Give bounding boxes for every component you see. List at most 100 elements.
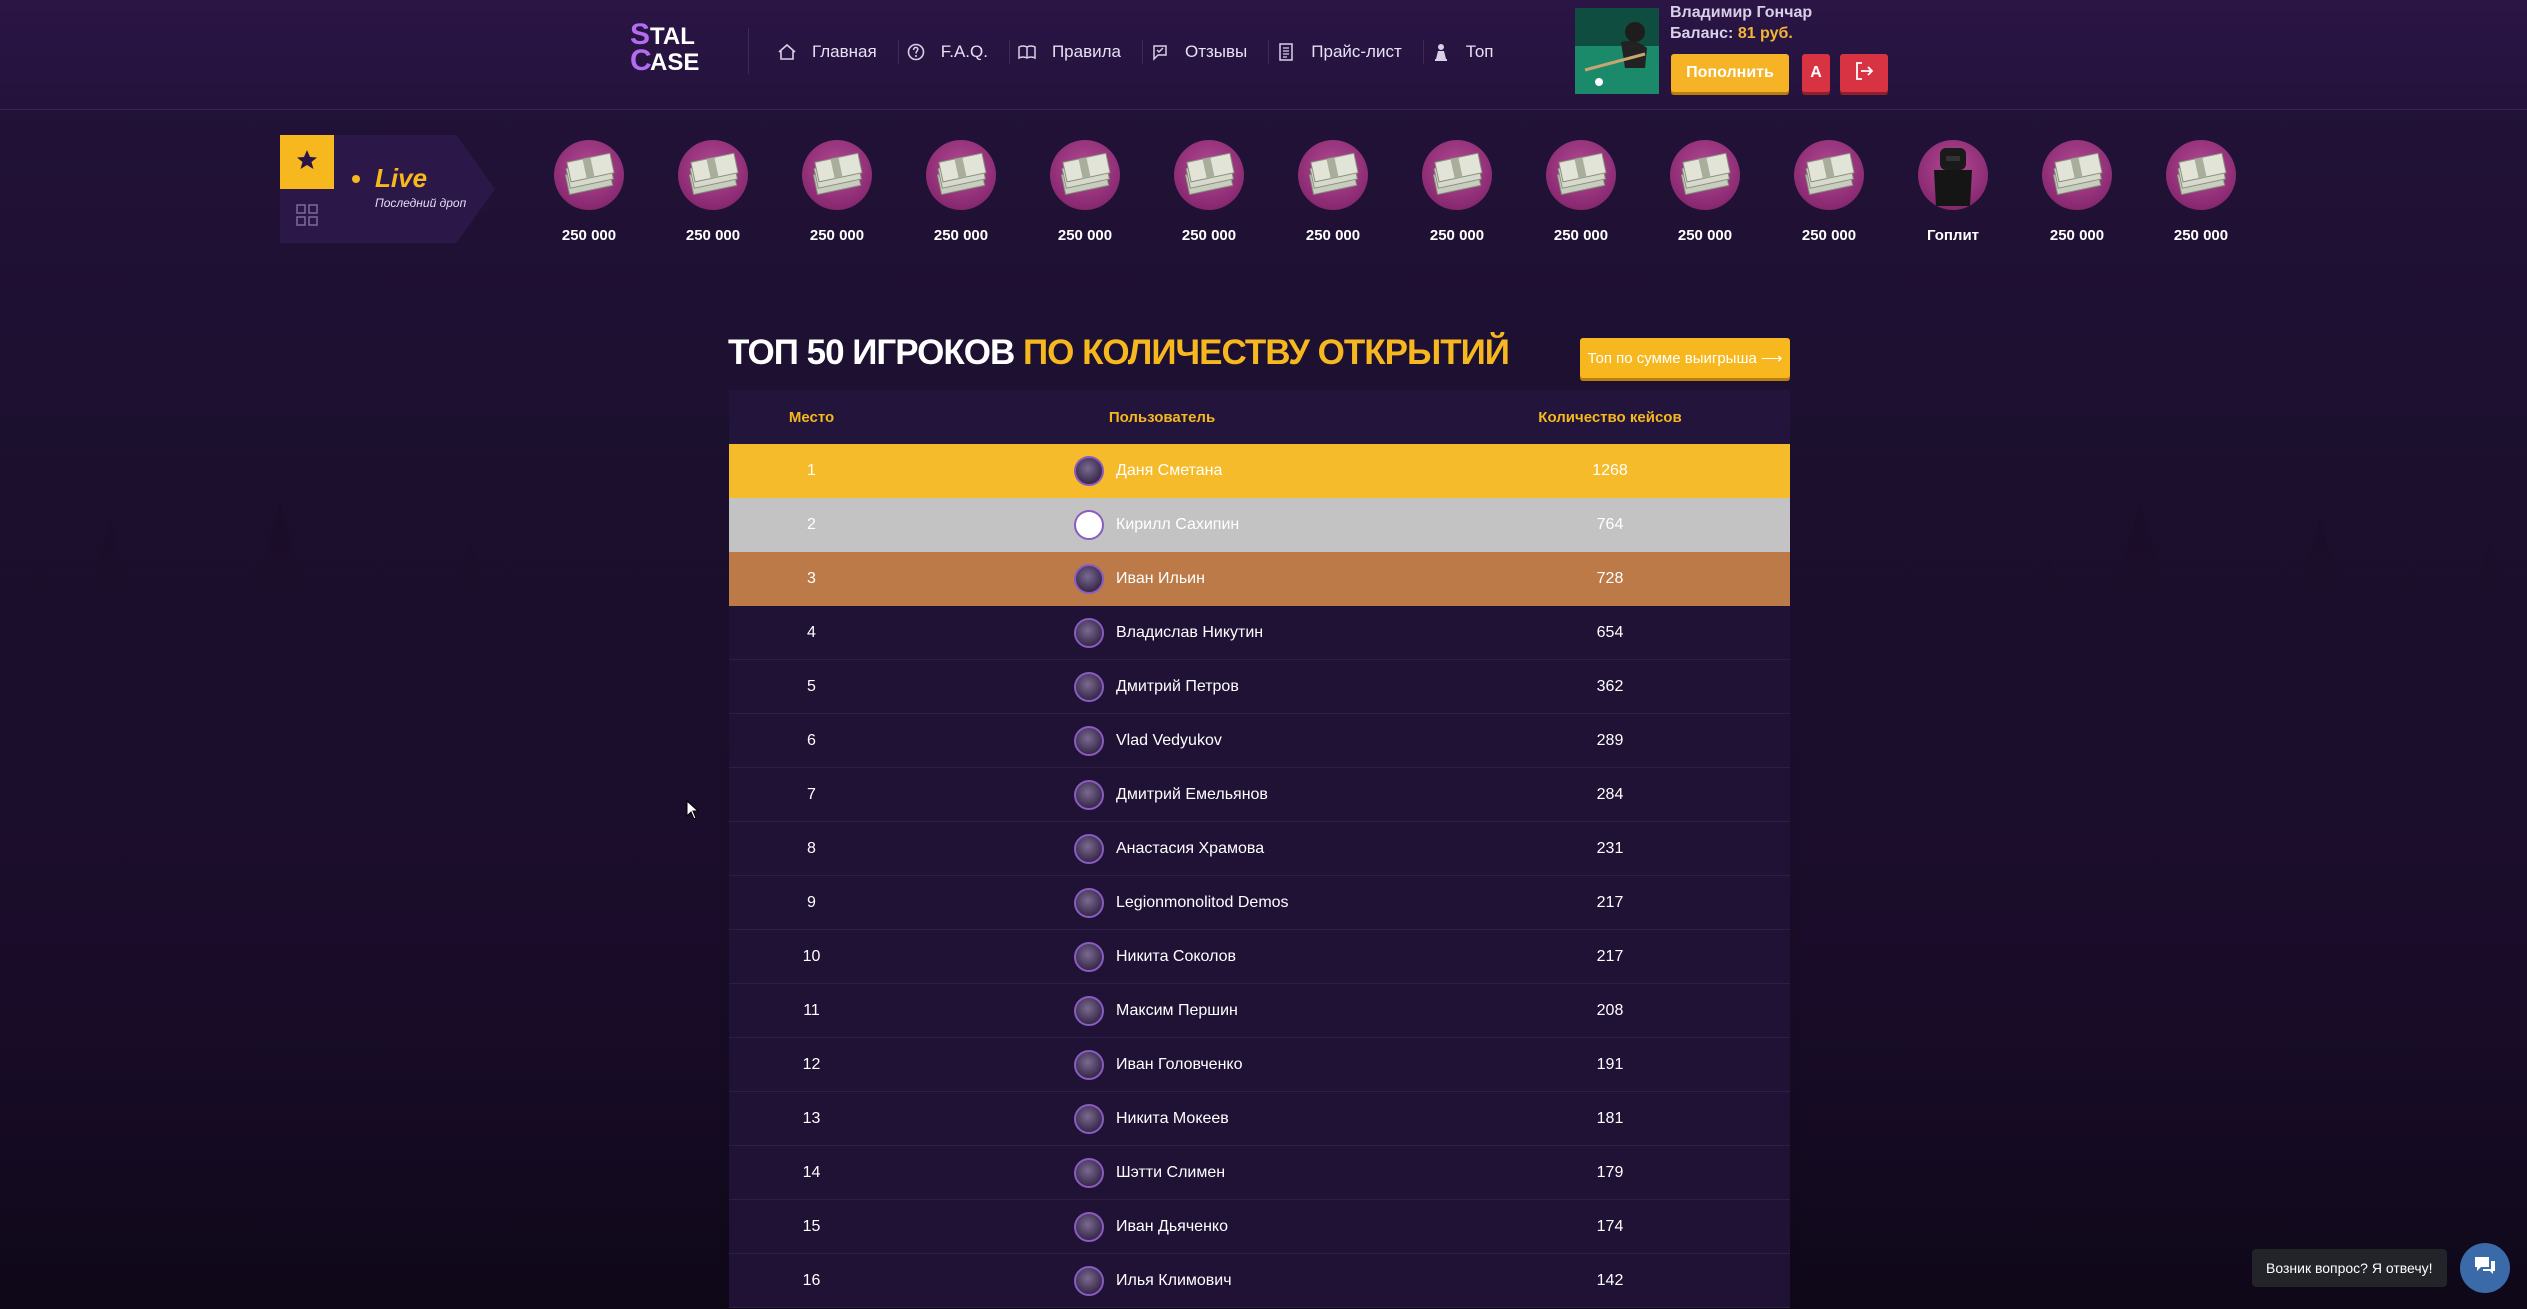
admin-button[interactable]: A bbox=[1802, 54, 1830, 92]
top-by-winnings-button[interactable]: Топ по сумме выигрыша ⟶ bbox=[1580, 338, 1790, 378]
topup-button[interactable]: Пополнить bbox=[1671, 54, 1789, 92]
row-user[interactable]: Владислав Никутин bbox=[894, 617, 1430, 648]
avatar bbox=[1074, 671, 1104, 702]
question-icon bbox=[905, 41, 927, 63]
table-row[interactable]: 14 Шэтти Слимен 179 bbox=[729, 1146, 1790, 1200]
table-row[interactable]: 7 Дмитрий Емельянов 284 bbox=[729, 768, 1790, 822]
drop-item[interactable]: 250 000 bbox=[1296, 138, 1420, 248]
drop-item[interactable]: 250 000 bbox=[2164, 138, 2288, 248]
row-user[interactable]: Никита Мокеев bbox=[894, 1103, 1430, 1134]
user-name: Никита Мокеев bbox=[1116, 1109, 1229, 1127]
drop-label: 250 000 bbox=[809, 227, 865, 244]
row-user[interactable]: Илья Климович bbox=[894, 1265, 1430, 1296]
nav-label: Прайс-лист bbox=[1311, 42, 1402, 61]
table-row[interactable]: 2 Кирилл Сахипин 764 bbox=[729, 498, 1790, 552]
row-user[interactable]: Даня Сметана bbox=[894, 456, 1430, 486]
row-place: 11 bbox=[803, 1001, 820, 1019]
user-avatar[interactable] bbox=[1575, 8, 1659, 94]
drop-label: 250 000 bbox=[1305, 227, 1361, 244]
drop-item[interactable]: 250 000 bbox=[800, 138, 924, 248]
nav-home[interactable]: Главная bbox=[770, 32, 899, 72]
table-row[interactable]: 4 Владислав Никутин 654 bbox=[729, 606, 1790, 660]
drop-label: 250 000 bbox=[1057, 227, 1113, 244]
drop-item[interactable]: 250 000 bbox=[1792, 138, 1916, 248]
drop-item[interactable]: 250 000 bbox=[2040, 138, 2164, 248]
row-count: 191 bbox=[1596, 1055, 1624, 1073]
table-row[interactable]: 10 Никита Соколов 217 bbox=[729, 930, 1790, 984]
table-row[interactable]: 5 Дмитрий Петров 362 bbox=[729, 660, 1790, 714]
user-name[interactable]: Владимир Гончар bbox=[1670, 4, 1812, 22]
avatar bbox=[1074, 564, 1104, 594]
nav-pricelist[interactable]: Прайс-лист bbox=[1269, 32, 1424, 72]
table-row[interactable]: 11 Максим Першин 208 bbox=[729, 984, 1790, 1038]
row-user[interactable]: Кирилл Сахипин bbox=[894, 510, 1430, 540]
avatar bbox=[1074, 833, 1104, 864]
row-count: 181 bbox=[1596, 1109, 1624, 1127]
logout-button[interactable] bbox=[1840, 54, 1888, 92]
live-indicator bbox=[352, 175, 360, 183]
row-user[interactable]: Анастасия Храмова bbox=[894, 833, 1430, 864]
row-count: 231 bbox=[1596, 839, 1624, 857]
nav-reviews[interactable]: Отзывы bbox=[1143, 32, 1270, 72]
table-row[interactable]: 15 Иван Дьяченко 174 bbox=[729, 1200, 1790, 1254]
star-tab[interactable] bbox=[280, 135, 334, 189]
row-user[interactable]: Никита Соколов bbox=[894, 941, 1430, 972]
user-name: Иван Головченко bbox=[1116, 1055, 1243, 1073]
grid-tab[interactable] bbox=[295, 203, 319, 227]
live-subtitle: Последний дроп bbox=[375, 196, 467, 210]
table-row[interactable]: 1 Даня Сметана 1268 bbox=[729, 444, 1790, 498]
drop-item[interactable]: 250 000 bbox=[1420, 138, 1544, 248]
row-user[interactable]: Шэтти Слимен bbox=[894, 1157, 1430, 1188]
table-row[interactable]: 13 Никита Мокеев 181 bbox=[729, 1092, 1790, 1146]
row-user[interactable]: Дмитрий Емельянов bbox=[894, 779, 1430, 810]
user-name: Илья Климович bbox=[1116, 1271, 1232, 1289]
row-place: 4 bbox=[807, 623, 816, 641]
table-row[interactable]: 3 Иван Ильин 728 bbox=[729, 552, 1790, 606]
nav-rules[interactable]: Правила bbox=[1010, 32, 1143, 72]
row-place: 16 bbox=[802, 1271, 821, 1289]
table-row[interactable]: 12 Иван Головченко 191 bbox=[729, 1038, 1790, 1092]
nav-faq[interactable]: F.A.Q. bbox=[899, 32, 1010, 72]
drop-label: 250 000 bbox=[2049, 227, 2105, 244]
row-user[interactable]: Иван Дьяченко bbox=[894, 1211, 1430, 1242]
table-header: Место Пользователь Количество кейсов bbox=[729, 390, 1790, 444]
row-user[interactable]: Иван Ильин bbox=[894, 564, 1430, 594]
table-row[interactable]: 6 Vlad Vedyukov 289 bbox=[729, 714, 1790, 768]
row-place: 9 bbox=[807, 893, 816, 911]
leaderboard-table: Место Пользователь Количество кейсов 1 Да… bbox=[729, 390, 1790, 1308]
row-user[interactable]: Дмитрий Петров bbox=[894, 671, 1430, 702]
drop-item[interactable]: 250 000 bbox=[1544, 138, 1668, 248]
site-logo[interactable]: S TAL C ASE bbox=[630, 18, 726, 77]
row-user[interactable]: Максим Першин bbox=[894, 995, 1430, 1026]
table-row[interactable]: 8 Анастасия Храмова 231 bbox=[729, 822, 1790, 876]
drop-item[interactable]: 250 000 bbox=[1172, 138, 1296, 248]
user-name: Максим Першин bbox=[1116, 1001, 1238, 1019]
drop-item[interactable]: 250 000 bbox=[676, 138, 800, 248]
drop-item[interactable]: 250 000 bbox=[1668, 138, 1792, 248]
user-name: Иван Дьяченко bbox=[1116, 1217, 1228, 1235]
logo-line1: TAL bbox=[650, 23, 695, 50]
chat-button[interactable] bbox=[2460, 1243, 2510, 1293]
row-user[interactable]: Иван Головченко bbox=[894, 1049, 1430, 1080]
chat-prompt[interactable]: Возник вопрос? Я отвечу! bbox=[2252, 1249, 2447, 1287]
drop-item[interactable]: Гоплит bbox=[1916, 138, 2040, 248]
row-count: 284 bbox=[1596, 785, 1624, 803]
user-name: Дмитрий Емельянов bbox=[1116, 785, 1268, 803]
avatar bbox=[1074, 617, 1104, 648]
nav-top[interactable]: Топ bbox=[1424, 32, 1516, 72]
money-stack-image bbox=[1050, 140, 1120, 210]
row-place: 1 bbox=[807, 462, 816, 479]
drop-item[interactable]: 250 000 bbox=[924, 138, 1048, 248]
table-row[interactable]: 9 Legionmonolitod Demos 217 bbox=[729, 876, 1790, 930]
user-name: Никита Соколов bbox=[1116, 947, 1237, 965]
drop-item[interactable]: 250 000 bbox=[552, 138, 676, 248]
table-row[interactable]: 16 Илья Климович 142 bbox=[729, 1254, 1790, 1308]
row-count: 362 bbox=[1596, 677, 1624, 695]
nav-label: Главная bbox=[812, 42, 877, 61]
row-user[interactable]: Vlad Vedyukov bbox=[894, 725, 1430, 756]
drop-item[interactable]: 250 000 bbox=[1048, 138, 1172, 248]
col-count: Количество кейсов bbox=[1538, 408, 1682, 426]
drop-label: 250 000 bbox=[1801, 227, 1857, 244]
row-user[interactable]: Legionmonolitod Demos bbox=[894, 887, 1430, 918]
avatar bbox=[1074, 456, 1104, 486]
